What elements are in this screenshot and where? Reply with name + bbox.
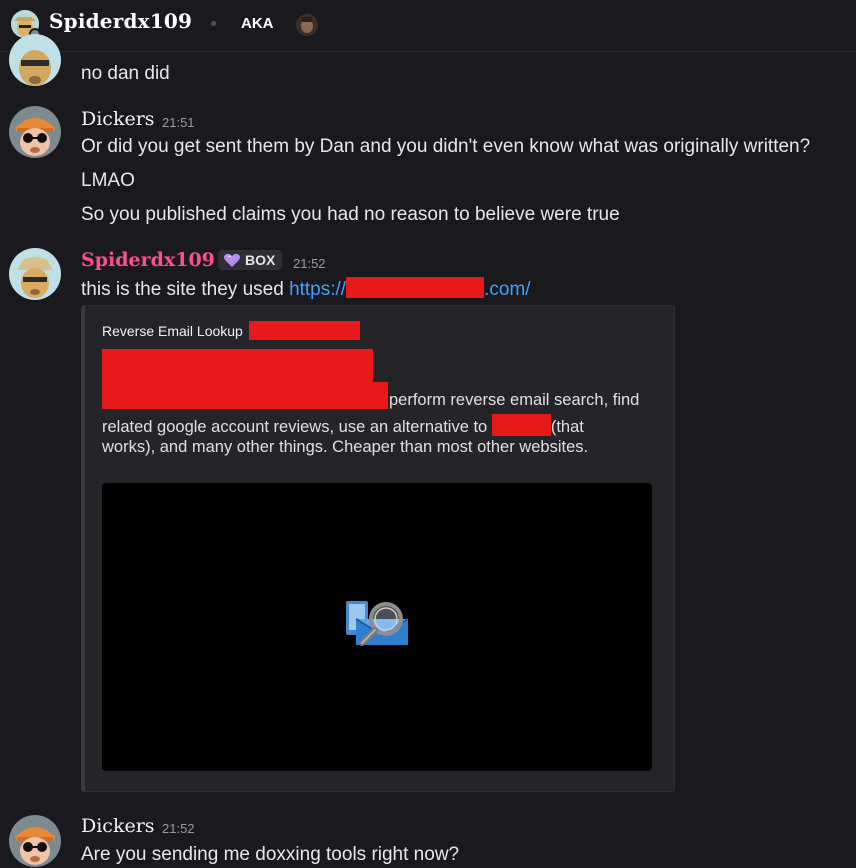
- aka-label: AKA: [241, 15, 274, 32]
- envelope-magnifier-icon: [346, 601, 409, 646]
- redaction-bar: [346, 277, 485, 298]
- embed-image[interactable]: [102, 483, 652, 771]
- message-text: this is the site they used https:// .com/: [81, 277, 531, 301]
- message-text: Or did you get sent them by Dan and you …: [81, 136, 811, 157]
- redaction-bar: [248, 321, 360, 340]
- embed-description-text: related google account reviews, use an a…: [102, 418, 492, 436]
- message-author[interactable]: Spiderdx109: [81, 249, 215, 271]
- message-timestamp[interactable]: 21:51: [162, 115, 195, 130]
- message-author[interactable]: Dickers: [81, 815, 155, 837]
- embed-description-text: (that: [550, 418, 584, 436]
- message-text-prefix: this is the site they used: [81, 279, 290, 300]
- role-badge[interactable]: BOX: [218, 250, 282, 270]
- message-timestamp[interactable]: 21:52: [162, 821, 195, 836]
- dickers-avatar[interactable]: [9, 815, 61, 867]
- embed-description: works), and many other things. Cheaper t…: [102, 438, 589, 456]
- message-timestamp[interactable]: 21:52: [293, 256, 326, 271]
- redaction-bar: [491, 414, 551, 436]
- message-text: Are you sending me doxxing tools right n…: [81, 844, 460, 865]
- site-link-start[interactable]: https://: [289, 279, 346, 300]
- redaction-bar: [102, 382, 388, 409]
- message-text: LMAO: [81, 170, 135, 191]
- message-text: So you published claims you had no reaso…: [81, 204, 620, 225]
- site-link-end[interactable]: .com/: [484, 279, 530, 300]
- embed-title[interactable]: Reverse Email Lookup: [102, 321, 360, 340]
- dickers-avatar[interactable]: [9, 106, 61, 158]
- channel-header: Spiderdx109 AKA: [0, 0, 856, 52]
- message-text: no dan did: [81, 63, 170, 84]
- message-author[interactable]: Dickers: [81, 108, 155, 130]
- separator-dot: [211, 21, 216, 26]
- embed-description: related google account reviews, use an a…: [102, 414, 584, 437]
- role-badge-label: BOX: [245, 252, 276, 268]
- embed-title-text[interactable]: Reverse Email Lookup: [102, 323, 243, 339]
- spiderdx109-avatar[interactable]: [9, 248, 61, 300]
- site-link[interactable]: https:// .com/: [289, 277, 531, 300]
- dm-user-name[interactable]: Spiderdx109: [49, 9, 192, 33]
- aka-avatar[interactable]: [296, 14, 318, 36]
- link-embed: Reverse Email Lookup perform reverse ema…: [81, 305, 675, 792]
- spiderdx109-avatar-partial[interactable]: [9, 34, 61, 86]
- embed-description: perform reverse email search, find: [389, 391, 640, 409]
- heart-icon: [224, 253, 240, 267]
- redaction-bar: [102, 349, 373, 382]
